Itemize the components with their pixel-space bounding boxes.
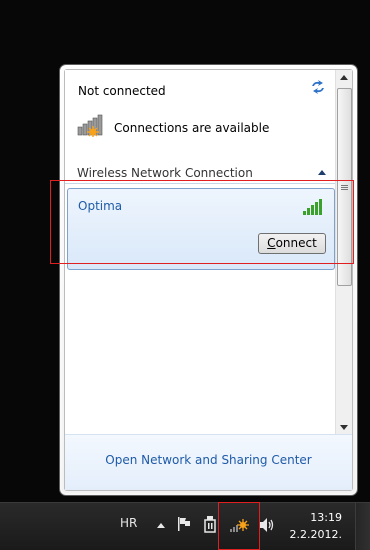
scrollbar-thumb[interactable]	[337, 88, 352, 286]
speaker-icon[interactable]	[258, 517, 276, 533]
network-name: Optima	[78, 199, 123, 213]
language-indicator[interactable]: HR	[120, 516, 137, 530]
section-title: Wireless Network Connection	[77, 166, 253, 180]
clock-time[interactable]: 13:19	[298, 511, 342, 524]
signal-strength-icon	[303, 199, 322, 215]
show-desktop-button[interactable]	[355, 503, 370, 550]
connections-available-text: Connections are available	[114, 121, 270, 135]
refresh-icon[interactable]	[310, 80, 326, 94]
flag-icon[interactable]	[177, 516, 191, 532]
wireless-section-header[interactable]: Wireless Network Connection	[65, 163, 336, 184]
taskbar: HR 13:19 2.2.2012.	[0, 502, 370, 550]
network-flyout: Not connected Connections are available …	[59, 64, 358, 496]
network-warning-icon[interactable]	[229, 516, 251, 534]
network-list: Not connected Connections are available …	[65, 70, 336, 435]
scrollbar[interactable]	[335, 70, 352, 435]
network-warning-icon	[77, 114, 103, 137]
flyout-content: Not connected Connections are available …	[64, 69, 353, 491]
scroll-up-arrow-icon[interactable]	[336, 70, 352, 86]
flyout-footer: Open Network and Sharing Center	[65, 434, 352, 490]
connection-status: Not connected	[78, 84, 166, 98]
clock-date[interactable]: 2.2.2012.	[286, 528, 342, 541]
grip-icon	[341, 185, 348, 190]
chevron-up-icon[interactable]	[156, 521, 166, 529]
connect-button[interactable]: Connect	[258, 233, 326, 254]
scroll-down-arrow-icon[interactable]	[336, 419, 352, 435]
chevron-up-icon[interactable]	[318, 169, 326, 175]
network-sharing-center-link[interactable]: Open Network and Sharing Center	[65, 453, 352, 467]
network-item-optima[interactable]: Optima Connect	[67, 188, 335, 270]
usb-device-icon[interactable]	[203, 515, 217, 533]
